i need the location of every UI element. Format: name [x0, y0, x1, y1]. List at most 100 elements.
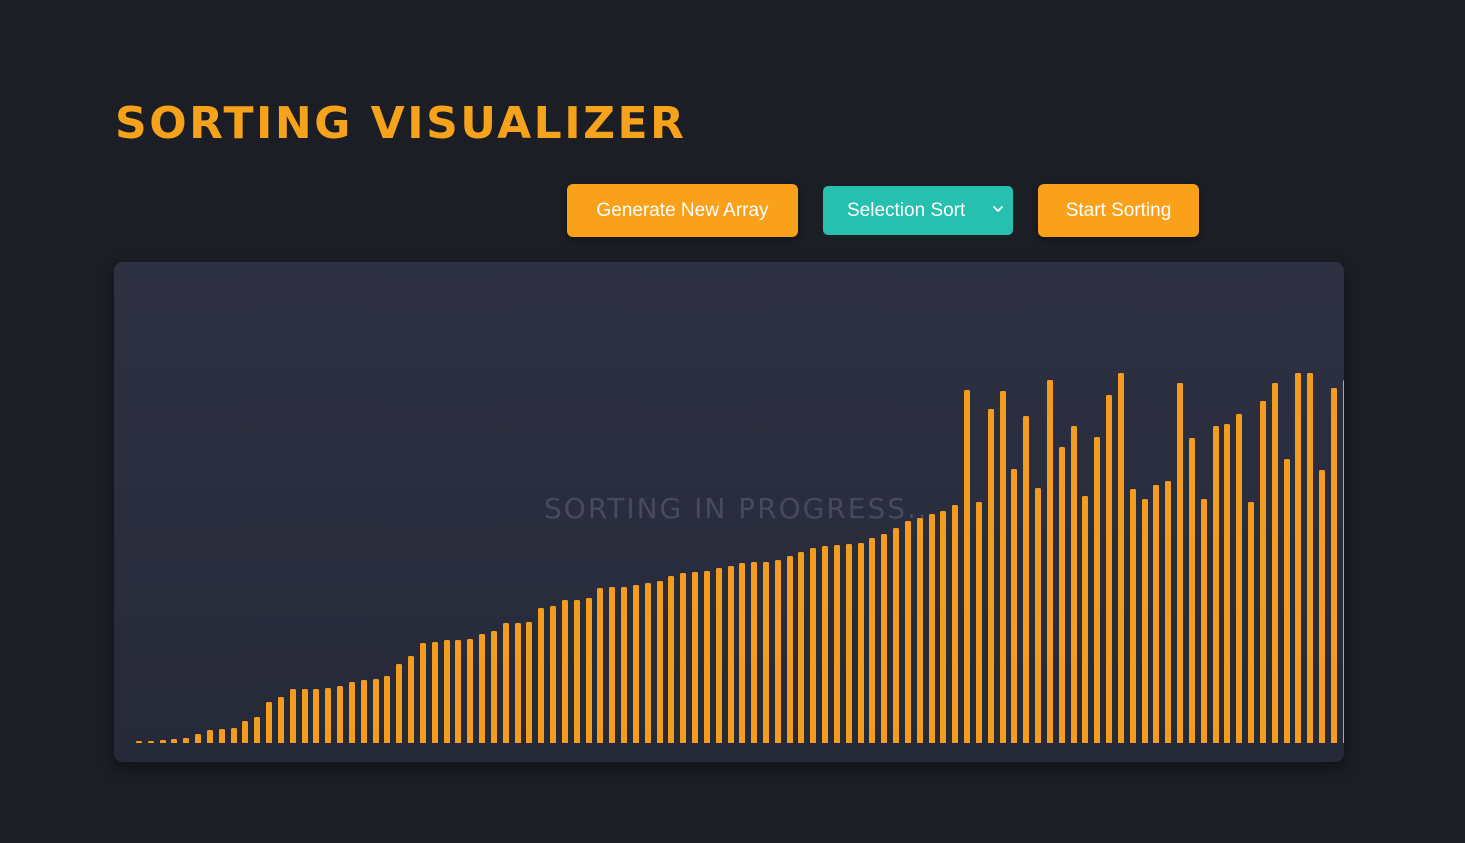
start-sorting-button[interactable]: Start Sorting [1038, 184, 1199, 237]
array-bar [1307, 373, 1314, 743]
array-bar [443, 640, 450, 743]
array-bar [360, 680, 367, 743]
array-bar [833, 545, 840, 743]
array-bar [715, 568, 722, 743]
array-bar [195, 734, 202, 743]
array-bar [502, 623, 509, 743]
array-bar [1094, 437, 1101, 743]
array-bar [218, 729, 225, 743]
array-bar [490, 631, 497, 743]
array-bar [656, 581, 663, 743]
array-bar [1070, 426, 1077, 743]
array-bar [313, 689, 320, 743]
algorithm-select[interactable]: Selection Sort [823, 186, 1013, 235]
array-bar [538, 608, 545, 743]
array-bar [739, 563, 746, 743]
array-bar [881, 534, 888, 743]
array-bar [301, 689, 308, 743]
array-bar [999, 391, 1006, 743]
array-bar [384, 676, 391, 743]
chevron-down-icon [993, 206, 1003, 212]
array-bar [289, 689, 296, 743]
array-bar [916, 518, 923, 743]
array-bar [810, 548, 817, 743]
array-bar [692, 572, 698, 743]
array-bar [573, 600, 580, 743]
array-bar [845, 544, 852, 743]
array-bar [325, 688, 332, 743]
array-bar [1236, 414, 1243, 743]
array-bar [940, 511, 947, 743]
array-bar [372, 679, 379, 743]
array-bar [774, 560, 781, 743]
array-bar [1271, 383, 1278, 743]
array-bar [762, 562, 769, 743]
array-bar [798, 552, 805, 743]
array-bar [727, 566, 734, 743]
visualizer-panel: SORTING IN PROGRESS... [114, 262, 1344, 762]
array-bar [644, 583, 651, 743]
array-bar [597, 588, 604, 743]
array-bar [632, 585, 639, 743]
array-bar [408, 656, 415, 743]
array-bar [455, 640, 462, 743]
array-bar [1141, 499, 1148, 743]
array-bar [561, 600, 568, 743]
array-bar [964, 390, 971, 743]
array-bar [822, 546, 829, 743]
array-bar [609, 587, 616, 743]
array-bar [904, 521, 911, 743]
array-bar [1188, 438, 1195, 743]
page: SORTING VISUALIZER Generate New Array Se… [0, 0, 1465, 843]
array-bar [857, 543, 864, 743]
array-bar [467, 639, 474, 743]
algorithm-select-value: Selection Sort [847, 199, 966, 221]
array-bar [786, 556, 793, 743]
array-bar [1319, 470, 1325, 743]
array-bar [266, 702, 273, 743]
array-bar [396, 664, 403, 743]
array-bar [514, 623, 521, 743]
array-bar [419, 643, 426, 743]
array-bar [668, 576, 675, 743]
array-bar [1295, 373, 1302, 743]
array-bar [1117, 373, 1124, 743]
array-bar [987, 409, 994, 743]
array-bar [1035, 488, 1042, 743]
array-bar [1330, 388, 1337, 743]
array-bar [975, 502, 982, 743]
array-bar [1129, 489, 1136, 743]
array-bar [147, 741, 154, 743]
array-bar [928, 514, 935, 743]
array-bar [277, 697, 284, 743]
array-bar [585, 598, 592, 743]
array-bar [703, 571, 710, 743]
array-bar [1177, 383, 1184, 743]
array-bar [171, 739, 178, 743]
array-bar [1200, 499, 1207, 743]
array-bar [1153, 485, 1160, 743]
array-bar [136, 741, 142, 743]
array-bar [1259, 401, 1266, 743]
array-bar [680, 573, 687, 743]
array-bar [1011, 469, 1018, 743]
array-bar [1248, 502, 1255, 743]
array-bar [1082, 496, 1089, 743]
array-bar [479, 634, 486, 743]
array-bar [1283, 459, 1290, 743]
array-bar [242, 721, 249, 743]
array-bar [1046, 380, 1053, 743]
array-bar [159, 740, 166, 743]
array-bar [206, 730, 213, 743]
array-bar [621, 587, 628, 743]
array-bar [751, 562, 758, 743]
array-bar [254, 717, 261, 743]
array-bar [230, 728, 237, 743]
array-bar [183, 738, 190, 743]
generate-array-button[interactable]: Generate New Array [567, 184, 798, 237]
array-bar [1058, 447, 1065, 743]
array-bar [1165, 481, 1172, 743]
array-bar [1106, 395, 1113, 743]
array-bar [893, 528, 900, 743]
array-bar [1342, 380, 1344, 743]
